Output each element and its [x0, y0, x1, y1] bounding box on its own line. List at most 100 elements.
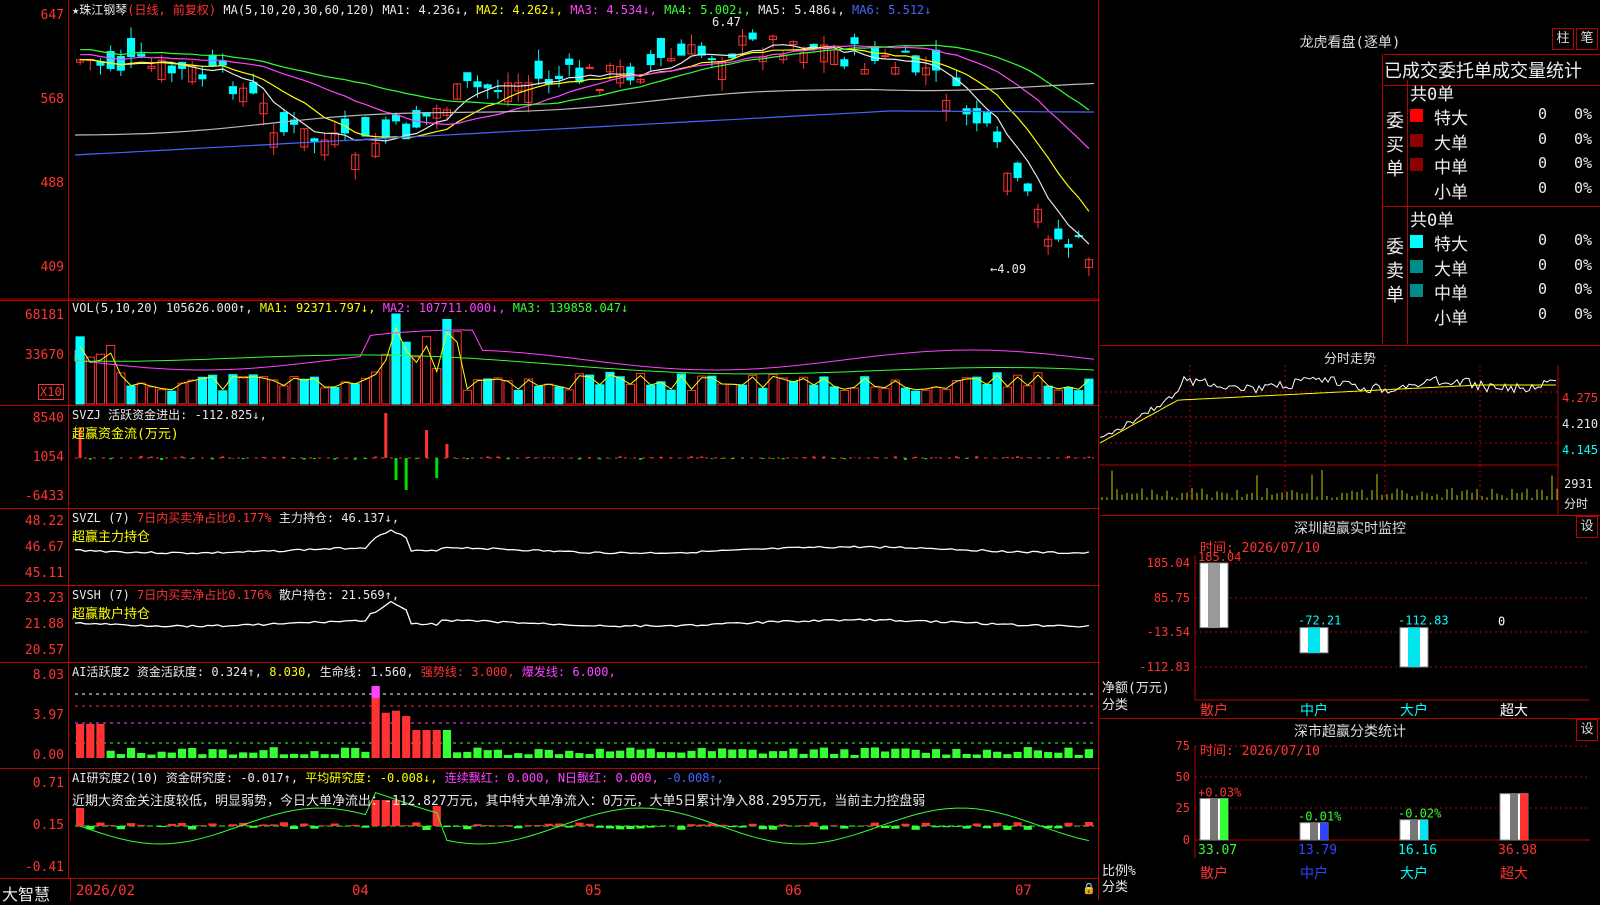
- activity-bar: [810, 749, 818, 758]
- ai-activity-panel[interactable]: 8.03 3.97 0.00 AI活跃度2 资金活跃度: 0.324↑, 8.0…: [0, 662, 1100, 769]
- monitor-category: 大户: [1400, 702, 1428, 718]
- volume-header: VOL(5,10,20) 105626.000↑, MA1: 92371.797…: [72, 301, 628, 315]
- monitor-value: 0: [1498, 615, 1505, 629]
- activity-bar: [422, 730, 430, 758]
- classify-panel[interactable]: 深市超赢分类统计 设 时间: 2026/07/10 7550250+0.03%3…: [1100, 718, 1600, 900]
- order-type: 中单: [1434, 153, 1468, 178]
- monitor-panel[interactable]: 深圳超赢实时监控 设 时间: 2026/07/10 185.0485.75-13…: [1100, 515, 1600, 719]
- volume-bar: [850, 388, 858, 404]
- research-bar: [922, 823, 930, 826]
- candle-body: [464, 73, 471, 81]
- volume-bar: [351, 384, 359, 404]
- svsh-header: SVSH (7) 7日内买卖净占比0.176% 散户持仓: 21.569↑, 超…: [72, 586, 399, 622]
- svzj-panel[interactable]: 8540 1054 -6433 SVZJ 活跃资金进出: -112.825↓, …: [0, 405, 1100, 509]
- minute-panel[interactable]: 分时走势 4.275 4.210 4.145 2931 分时: [1100, 345, 1600, 516]
- activity-bar: [392, 711, 400, 758]
- order-swatch: [1410, 235, 1423, 248]
- app-logo: 大智慧: [2, 881, 50, 905]
- ma6-value: MA6: 5.512↓: [852, 3, 931, 17]
- activity-bar: [484, 750, 492, 758]
- activity-bar: [514, 753, 522, 758]
- minute-price: 4.145: [1562, 443, 1598, 457]
- candle-body: [657, 39, 664, 58]
- volume-bar: [137, 383, 145, 404]
- volume-bar: [1054, 390, 1062, 404]
- activity-bar: [443, 730, 451, 758]
- activity-bar: [219, 749, 227, 758]
- research-bar: [565, 826, 573, 828]
- research-bar: [259, 824, 267, 826]
- research-bar: [535, 825, 543, 826]
- research-bar: [229, 824, 237, 826]
- volume-panel[interactable]: 68181 33670 X10 VOL(5,10,20) 105626.000↑…: [0, 300, 1100, 406]
- candle-body: [576, 68, 583, 82]
- research-bar: [331, 823, 339, 826]
- monitor-category: 散户: [1200, 702, 1228, 718]
- classify-bar-shade: [1210, 799, 1218, 840]
- monitor-xlabel: 分类: [1102, 694, 1128, 713]
- ai1-strong: 强势线: 3.000,: [421, 665, 515, 679]
- activity-bar: [310, 751, 318, 758]
- classify-category: 超大: [1500, 866, 1528, 882]
- sell-total: 共0单: [1410, 206, 1454, 231]
- svzl-header: SVZL (7) 7日内买卖净占比0.177% 主力持仓: 46.137↓, 超…: [72, 509, 399, 545]
- research-bar: [473, 824, 481, 826]
- minute-chart[interactable]: [1100, 345, 1600, 515]
- activity-bar: [433, 730, 441, 758]
- svzl-title: SVZL (7): [72, 511, 130, 525]
- research-bar: [117, 826, 125, 829]
- volume-bar: [229, 375, 237, 404]
- sell-rows: 特大00%大单00%中单00%小单00%: [1410, 230, 1600, 328]
- minute-avg-line: [1100, 385, 1556, 443]
- research-bar: [759, 826, 767, 829]
- volume-bar: [300, 379, 308, 404]
- stock-name[interactable]: ★珠江钢琴: [72, 3, 127, 17]
- candlestick-chart[interactable]: [0, 0, 1098, 300]
- order-count: 0: [1538, 305, 1547, 323]
- svzl-panel[interactable]: 48.22 46.67 45.11 SVZL (7) 7日内买卖净占比0.177…: [0, 508, 1100, 586]
- research-bar: [586, 824, 594, 826]
- activity-bar: [912, 750, 920, 758]
- order-count: 0: [1538, 280, 1547, 298]
- order-count: 0: [1538, 105, 1547, 123]
- activity-bar: [351, 748, 359, 758]
- activity-bar: [677, 753, 685, 758]
- activity-bar: [300, 754, 308, 758]
- minute-price: 4.210: [1562, 417, 1598, 431]
- research-bar: [698, 824, 706, 826]
- buy-rows: 特大00%大单00%中单00%小单00%: [1410, 104, 1600, 202]
- period-mode[interactable]: (日线, 前复权): [127, 3, 216, 17]
- activity-bar: [861, 748, 869, 758]
- volume-chart[interactable]: [0, 300, 1098, 405]
- activity-bar: [871, 747, 879, 758]
- volume-bar: [198, 377, 206, 404]
- research-bar: [412, 822, 420, 826]
- volume-bar: [708, 376, 716, 404]
- price-panel[interactable]: 647 568 488 409 ★珠江钢琴(日线, 前复权) MA(5,10,2…: [0, 0, 1100, 301]
- volume-bar: [1044, 386, 1052, 404]
- research-bar: [524, 825, 532, 826]
- research-bar: [861, 825, 869, 826]
- candle-body: [484, 85, 491, 88]
- order-row: 小单00%: [1410, 304, 1600, 329]
- tick-mode-button[interactable]: 笔: [1576, 28, 1598, 50]
- svsh-panel[interactable]: 23.23 21.88 20.57 SVSH (7) 7日内买卖净占比0.176…: [0, 585, 1100, 663]
- volume-bar: [514, 390, 522, 404]
- research-bar: [647, 826, 655, 828]
- research-bar: [687, 824, 695, 826]
- research-bar: [280, 822, 288, 826]
- candle-body: [841, 60, 848, 66]
- ai2-header: AI研究度2(10) 资金研究度: -0.017↑, 平均研究度: -0.008…: [72, 769, 724, 786]
- volume-bar: [168, 391, 176, 404]
- classify-value: 36.98: [1498, 843, 1537, 858]
- ai-research-panel[interactable]: 0.71 0.15 -0.41 AI研究度2(10) 资金研究度: -0.017…: [0, 768, 1100, 878]
- candle-body: [168, 66, 175, 73]
- classify-chart[interactable]: 7550250+0.03%33.07散户-0.01%13.79中户-0.02%1…: [1100, 718, 1600, 900]
- volume-bar: [270, 380, 278, 404]
- order-type: 大单: [1434, 255, 1468, 280]
- activity-bar: [453, 752, 461, 758]
- order-row: 大单00%: [1410, 255, 1600, 280]
- monitor-chart[interactable]: 185.0485.75-13.54-112.83185.04散户-72.21中户…: [1100, 515, 1600, 718]
- lock-icon[interactable]: 🔒: [1082, 882, 1096, 895]
- bar-mode-button[interactable]: 柱: [1552, 28, 1574, 50]
